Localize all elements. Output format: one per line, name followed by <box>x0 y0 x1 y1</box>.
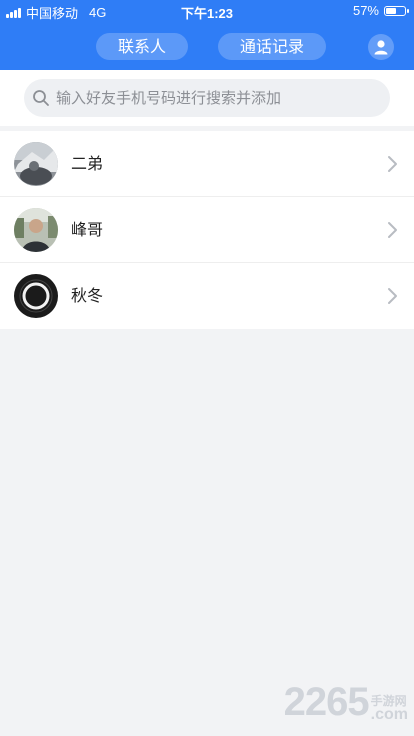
search-icon <box>32 89 50 107</box>
contact-avatar <box>14 208 58 252</box>
watermark-number: 2265 <box>283 680 370 724</box>
contact-list: 二弟 峰哥 秋冬 <box>0 131 414 329</box>
contact-avatar <box>14 142 58 186</box>
app-header: 中国移动 4G 下午1:23 57% 联系人 通话记录 <box>0 0 414 70</box>
status-right: 57% <box>352 3 409 18</box>
contact-item-qiudong[interactable]: 秋冬 <box>0 263 414 329</box>
tab-call-records[interactable]: 通话记录 <box>218 33 327 60</box>
status-bar: 中国移动 4G 下午1:23 57% <box>0 0 414 22</box>
chevron-right-icon <box>388 222 397 238</box>
watermark-bottom: .com <box>370 706 408 723</box>
battery-percent: 57% <box>352 3 379 18</box>
profile-button[interactable] <box>368 34 394 60</box>
battery-icon <box>384 5 409 16</box>
watermark-side: 手游网 .com <box>370 694 408 723</box>
contact-name: 二弟 <box>71 154 104 173</box>
contact-name: 峰哥 <box>71 220 104 239</box>
tab-contacts[interactable]: 联系人 <box>96 33 189 60</box>
search-bar[interactable] <box>24 79 390 117</box>
header-tabs: 联系人 通话记录 <box>0 33 414 60</box>
contact-item-fengge[interactable]: 峰哥 <box>0 197 414 263</box>
contact-name: 秋冬 <box>71 286 104 305</box>
contact-avatar <box>14 274 58 318</box>
battery-fill <box>386 7 396 14</box>
site-watermark: 2265 手游网 .com <box>283 680 408 724</box>
search-section <box>0 70 414 126</box>
chevron-right-icon <box>388 156 397 172</box>
search-input[interactable] <box>56 89 376 107</box>
contact-item-erdi[interactable]: 二弟 <box>0 131 414 197</box>
chevron-right-icon <box>388 288 397 304</box>
status-time: 下午1:23 <box>180 6 234 21</box>
user-icon <box>374 40 388 55</box>
